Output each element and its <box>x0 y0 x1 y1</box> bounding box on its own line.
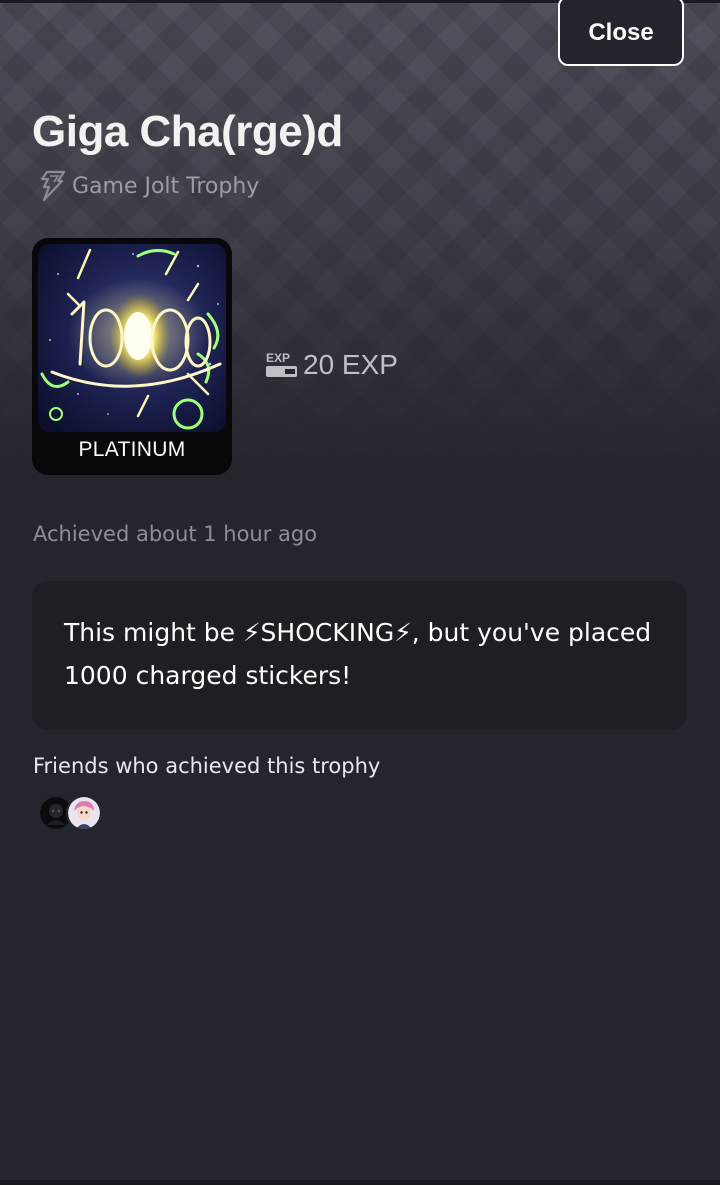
svg-text:EXP: EXP <box>266 351 290 365</box>
trophy-card: PLATINUM <box>32 238 232 475</box>
trophy-description: This might be ⚡SHOCKING⚡, but you've pla… <box>64 618 652 690</box>
trophy-detail-screen: Close Giga Cha(rge)d Game Jolt Trophy PL… <box>0 0 720 1185</box>
trophy-title: Giga Cha(rge)d <box>32 107 343 156</box>
exp-value: 20 EXP <box>303 349 398 380</box>
game-jolt-bolt-icon <box>40 170 66 202</box>
trophy-tier-label: PLATINUM <box>78 438 186 461</box>
trophy-type-label: Game Jolt Trophy <box>72 173 260 199</box>
exp-icon: EXP <box>266 351 297 377</box>
close-button[interactable]: Close <box>558 0 684 66</box>
friend-avatar-pink-hair-image <box>68 797 100 829</box>
trophy-exp: EXP 20 EXP <box>265 348 398 382</box>
trophy-image <box>38 244 226 432</box>
bottom-edge <box>0 1180 720 1185</box>
achieved-time: Achieved about 1 hour ago <box>33 522 318 546</box>
trophy-type: Game Jolt Trophy <box>34 168 259 204</box>
friends-avatar-list <box>38 795 102 831</box>
friend-avatar[interactable] <box>66 795 102 831</box>
friends-heading: Friends who achieved this trophy <box>33 754 381 778</box>
trophy-description-card: This might be ⚡SHOCKING⚡, but you've pla… <box>32 581 687 730</box>
